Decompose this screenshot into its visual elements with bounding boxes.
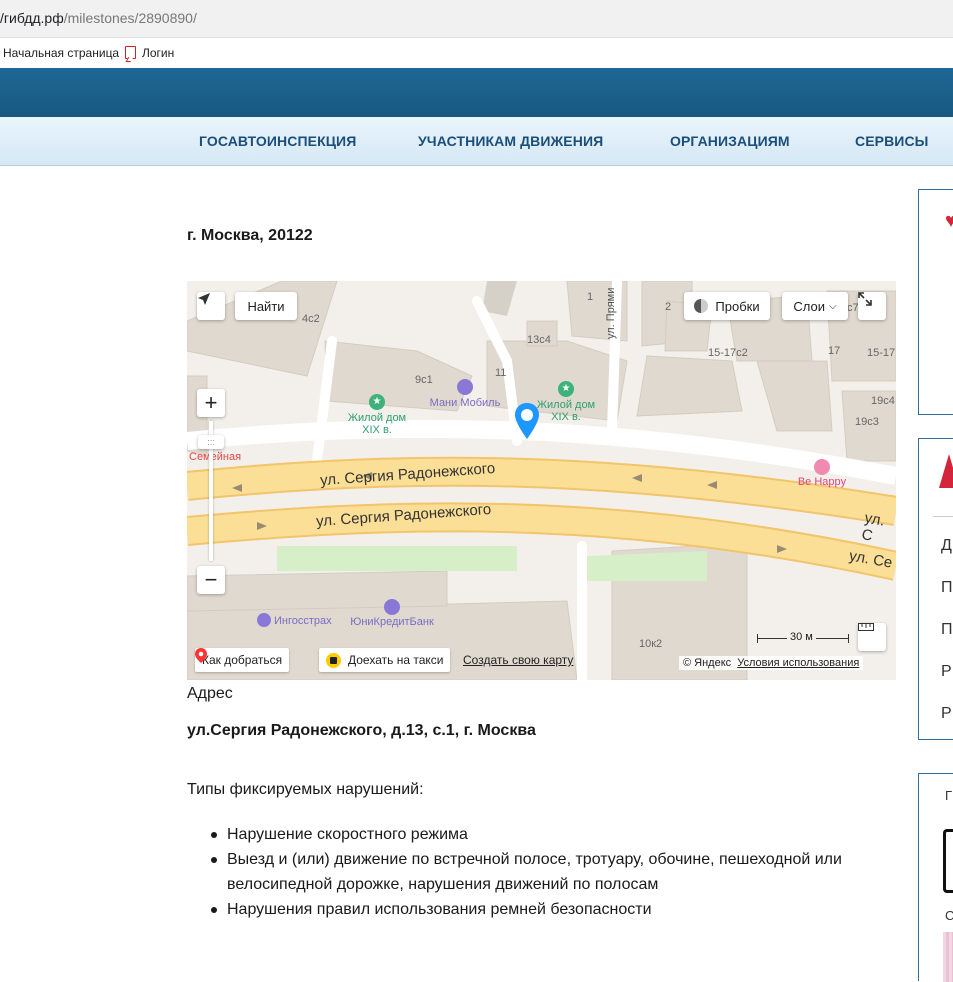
sidebar-box-1: ♥ [918, 189, 953, 415]
url-text[interactable]: /гибдд.рф/milestones/2890890/ [0, 10, 197, 26]
bookmark-login[interactable]: Логин [125, 46, 174, 60]
crown-icon [814, 459, 830, 475]
briefcase-icon [257, 613, 271, 627]
ruler-icon [858, 623, 874, 631]
map-scale: 30 м [757, 631, 849, 644]
fullscreen-button[interactable] [858, 292, 886, 320]
poi-ingosstrakh[interactable]: Ингосстрах [257, 613, 332, 627]
taxi-button[interactable]: Доехать на такси [319, 648, 451, 672]
zoom-in-button[interactable]: + [197, 389, 225, 417]
route-label: Как добраться [202, 653, 283, 667]
url-host: /гибдд.рф [0, 10, 64, 26]
bank-icon [384, 599, 400, 615]
house-number: 10к2 [639, 638, 663, 650]
sidebar-link[interactable]: Р [941, 663, 952, 681]
house-number: 13с4 [527, 334, 551, 346]
poi-be-happy[interactable]: Be Happy [792, 459, 852, 488]
copyright-text: © Яндекс [683, 657, 732, 669]
star-icon: ★ [558, 381, 574, 397]
yandex-map[interactable]: ул. Сергия Радонежского ул. Сергия Радон… [187, 281, 896, 680]
terms-link[interactable]: Условия использования [737, 657, 859, 669]
bookmark-login-label: Логин [142, 46, 175, 60]
nav-item-participants[interactable]: УЧАСТНИКАМ ДВИЖЕНИЯ [418, 133, 603, 149]
sidebar-link[interactable]: Д [941, 537, 952, 555]
layers-label: Слои [793, 298, 826, 314]
poi-label: Жилой дом XIX в. [347, 412, 407, 436]
house-number: 4с2 [302, 313, 320, 325]
traffic-label: Пробки [715, 298, 760, 314]
list-item: Нарушения правил использования ремней бе… [187, 897, 907, 922]
bookmark-icon [125, 46, 136, 59]
bookmark-home[interactable]: Начальная страница [3, 46, 119, 60]
poi-label: ЮниКредитБанк [350, 616, 434, 628]
zoom-slider-handle[interactable]: ::: [198, 435, 224, 449]
sidebar-link[interactable]: Р [941, 705, 952, 723]
logo-a-icon [939, 454, 953, 488]
geolocation-button[interactable] [197, 292, 225, 320]
poi-semeynaya[interactable]: Семейная [189, 451, 241, 463]
house-number: 15-17 [867, 347, 896, 359]
house-number: 19с3 [855, 416, 879, 428]
street-label-vertical: ул. Прями [605, 287, 617, 339]
house-number: 15-17с2 [708, 347, 748, 359]
layers-button[interactable]: Слои ⌵ [782, 292, 848, 320]
briefcase-icon [457, 379, 473, 395]
traffic-light-icon [694, 299, 709, 313]
poi-label: Мани Мобиль [429, 397, 501, 409]
navigation-arrow-icon [198, 293, 210, 305]
address-value: ул.Сергия Радонежского, д.13, с.1, г. Мо… [187, 722, 536, 739]
sidebar-box-2: Д П П Р Р [918, 438, 953, 740]
street-label-right-1: ул. С [860, 509, 886, 545]
site-banner [0, 68, 953, 117]
sidebar-link[interactable]: П [941, 621, 953, 639]
taxi-icon [326, 652, 341, 668]
bookmarks-bar: Начальная страница Логин [0, 38, 953, 68]
traffic-button[interactable]: Пробки [684, 292, 770, 320]
list-item: Нарушение скоростного режима [187, 822, 907, 847]
main-nav: ГОСАВТОИНСПЕКЦИЯ УЧАСТНИКАМ ДВИЖЕНИЯ ОРГ… [0, 117, 953, 166]
house-number: 1 [587, 291, 594, 303]
location-pin-icon[interactable] [513, 401, 541, 441]
poi-mani-mobil[interactable]: Мани Мобиль [425, 379, 505, 409]
poi-label: Ингосстрах [274, 615, 332, 627]
sidebar-link[interactable]: П [941, 579, 953, 597]
create-map-link[interactable]: Создать свою карту [463, 653, 573, 667]
url-path: /milestones/2890890/ [63, 10, 197, 26]
poi-zhiloy-dom-1[interactable]: ★ Жилой дом XIX в. [342, 394, 412, 436]
zoom-out-button[interactable]: − [197, 566, 225, 594]
violations-list: Нарушение скоростного режима Выезд и (ил… [187, 822, 907, 922]
find-button[interactable]: Найти [235, 292, 297, 320]
route-button[interactable]: Как добраться [195, 648, 290, 672]
star-icon: ★ [369, 394, 385, 410]
house-number: 19с4 [871, 395, 895, 407]
route-pin-icon [195, 648, 207, 663]
nav-item-organizations[interactable]: ОРГАНИЗАЦИЯМ [670, 133, 790, 149]
violations-title: Типы фиксируемых нарушений: [187, 781, 424, 798]
sidebar-image [943, 932, 953, 982]
house-number: 2 [665, 301, 672, 313]
ruler-button[interactable] [858, 623, 886, 651]
nav-item-gosavto[interactable]: ГОСАВТОИНСПЕКЦИЯ [199, 133, 356, 149]
taxi-label: Доехать на такси [348, 653, 444, 667]
sidebar-widget[interactable] [943, 829, 953, 893]
house-number: 17 [828, 345, 841, 357]
sidebar-box-3: Г С [918, 773, 953, 982]
poi-label: Be Happy [797, 476, 847, 488]
heart-icon: ♥ [945, 210, 953, 232]
page-title: г. Москва, 20122 [187, 227, 313, 244]
house-number: 11 [495, 367, 507, 379]
expand-icon [858, 292, 872, 306]
poi-unicredit[interactable]: ЮниКредитБанк [347, 599, 437, 628]
house-number: с7 [847, 302, 859, 314]
sidebar-text: С [945, 908, 953, 923]
address-bar[interactable]: /гибдд.рф/milestones/2890890/ [0, 0, 953, 38]
chevron-down-icon: ⌵ [829, 300, 837, 312]
nav-item-services[interactable]: СЕРВИСЫ [855, 133, 928, 149]
sidebar-text: Г [945, 788, 953, 803]
address-label: Адрес [187, 685, 233, 702]
scale-label: 30 м [787, 631, 816, 643]
poi-label: Жилой дом XIX в. [536, 399, 596, 423]
map-copyright: © Яндекс Условия использования [679, 656, 864, 670]
list-item: Выезд и (или) движение по встречной поло… [187, 847, 907, 897]
